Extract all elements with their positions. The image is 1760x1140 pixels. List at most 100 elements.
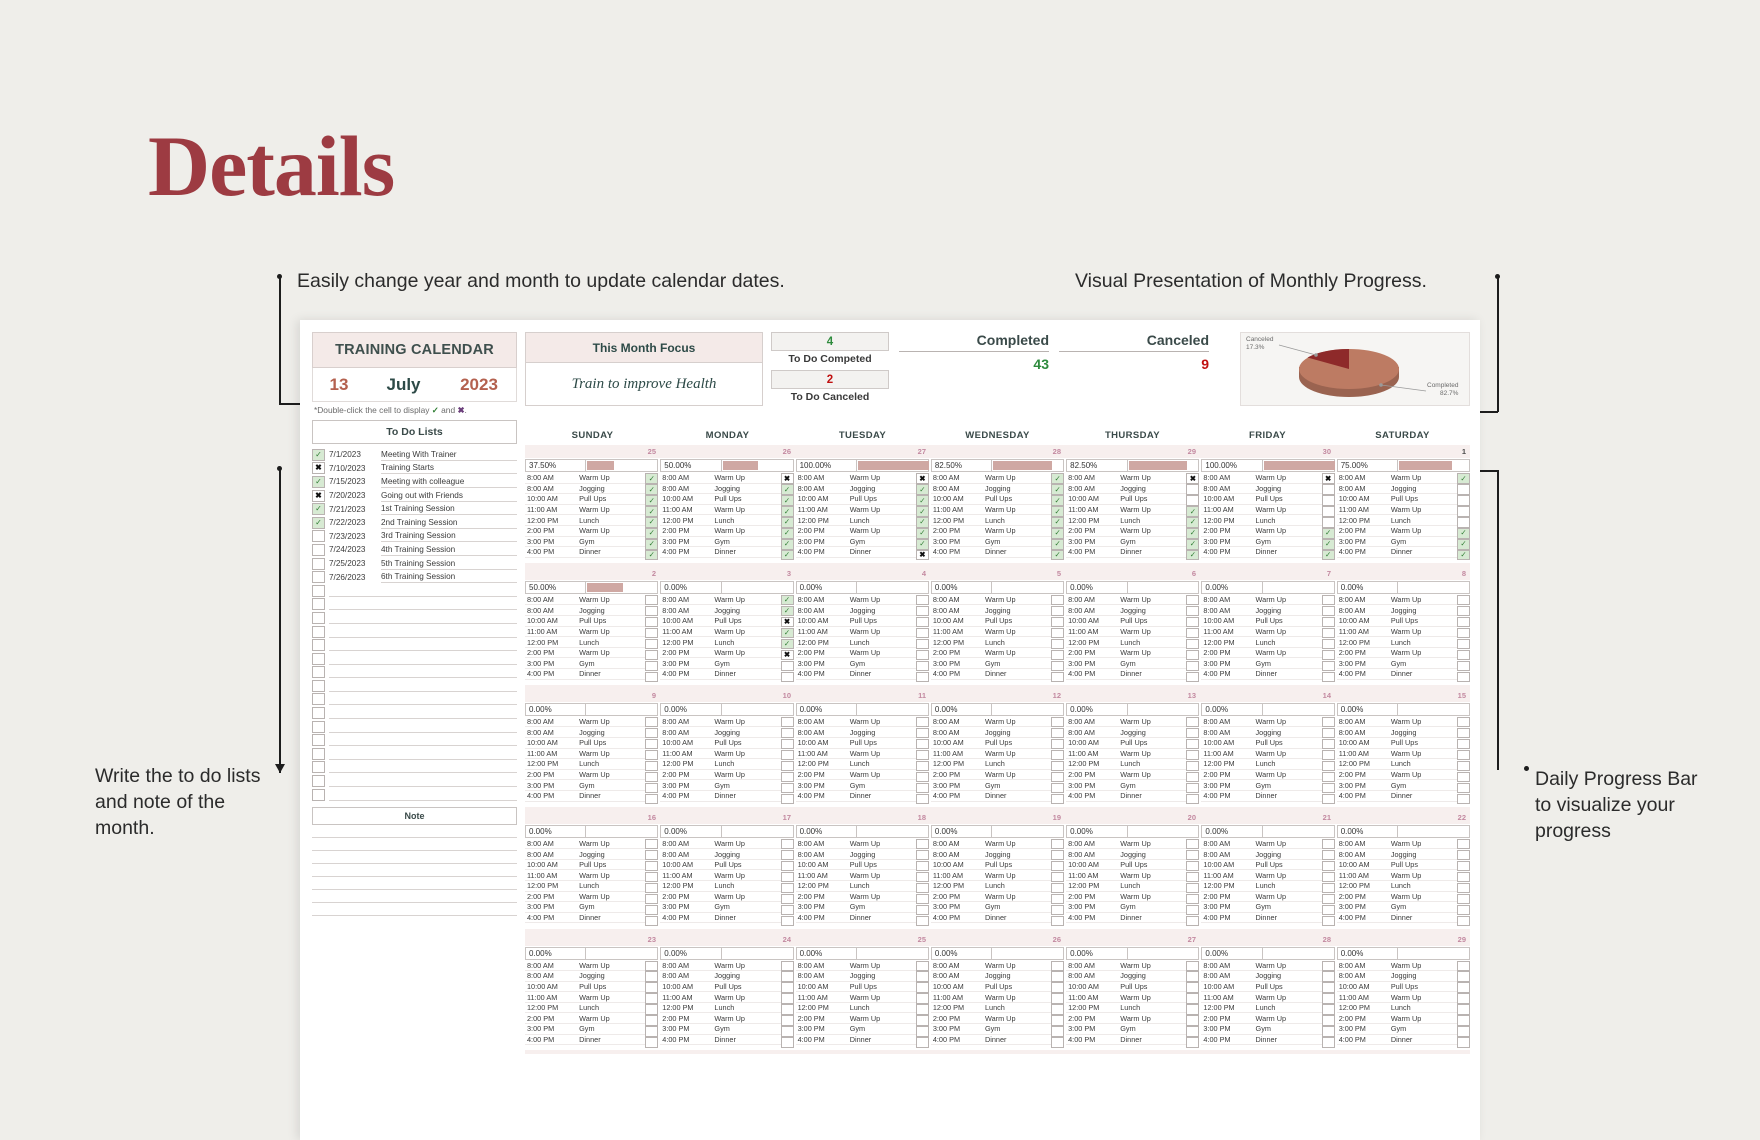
event-row[interactable]: 8:00 AM Warm Up (1336, 595, 1457, 606)
event-status-checkbox[interactable] (780, 871, 794, 883)
event-status-checkbox[interactable]: ✖ (915, 473, 929, 484)
event-row[interactable]: 4:00 PM Dinner (1336, 1035, 1457, 1046)
event-row[interactable]: 2:00 PM Warm Up (1201, 1013, 1322, 1025)
event-status-checkbox[interactable] (645, 594, 659, 606)
event-status-checkbox[interactable] (1186, 982, 1200, 994)
event-status-checkbox[interactable] (1321, 849, 1335, 861)
event-status-checkbox[interactable] (1321, 993, 1335, 1005)
event-row[interactable]: 3:00 PM Gym (795, 902, 916, 913)
event-row[interactable]: 10:00 AM Pull Ups (525, 860, 646, 871)
event-status-checkbox[interactable] (915, 993, 929, 1005)
event-status-checkbox[interactable]: ✖ (915, 549, 929, 561)
event-status-checkbox[interactable] (1456, 882, 1470, 894)
event-status-checkbox[interactable] (1186, 893, 1200, 905)
event-status-checkbox[interactable] (1456, 993, 1470, 1005)
event-status-checkbox[interactable] (1186, 993, 1200, 1005)
event-status-checkbox[interactable]: ✓ (1456, 538, 1470, 550)
event-row[interactable]: 2:00 PM Warm Up (1336, 648, 1457, 659)
event-status-checkbox[interactable] (915, 749, 929, 761)
event-status-checkbox[interactable] (915, 871, 929, 883)
event-status-checkbox[interactable] (1456, 627, 1470, 639)
event-status-checkbox[interactable]: ✓ (780, 527, 794, 539)
event-row[interactable]: 12:00 PM Lunch (930, 637, 1052, 648)
event-row[interactable]: 8:00 AM Warm Up (660, 473, 781, 484)
event-row[interactable]: 4:00 PM Dinner (525, 669, 646, 680)
event-row[interactable]: 4:00 PM Dinner (1201, 547, 1322, 558)
event-row[interactable]: 8:00 AM Jogging (525, 727, 646, 738)
event-row[interactable]: 8:00 AM Warm Up (660, 717, 781, 728)
todo-status-checkbox[interactable]: ✓ (312, 448, 325, 461)
event-status-checkbox[interactable] (1456, 660, 1470, 672)
event-row[interactable]: 11:00 AM Warm Up (1336, 749, 1457, 760)
event-row[interactable]: 12:00 PM Lunch (795, 637, 916, 648)
event-status-checkbox[interactable]: ✓ (915, 483, 929, 495)
event-status-checkbox[interactable] (1321, 749, 1335, 761)
event-row[interactable]: 11:00 AM Warm Up (660, 870, 781, 881)
event-status-checkbox[interactable] (1321, 971, 1335, 983)
event-row[interactable]: 8:00 AM Warm Up (930, 839, 1052, 850)
event-row[interactable]: 11:00 AM Warm Up (525, 749, 646, 760)
event-row[interactable]: 10:00 AM Pull Ups (795, 616, 916, 627)
event-row[interactable]: 11:00 AM Warm Up (1201, 749, 1322, 760)
event-row[interactable]: 10:00 AM Pull Ups (660, 982, 781, 993)
event-row[interactable]: 3:00 PM Gym (930, 902, 1052, 913)
event-status-checkbox[interactable] (1186, 494, 1200, 506)
event-row[interactable]: 3:00 PM Gym (660, 780, 781, 791)
event-row[interactable]: 3:00 PM Gym (525, 537, 646, 548)
event-row[interactable]: 2:00 PM Warm Up (795, 892, 916, 903)
event-status-checkbox[interactable] (915, 960, 929, 972)
event-status-checkbox[interactable] (1321, 1015, 1335, 1027)
event-status-checkbox[interactable] (645, 671, 659, 683)
note-line[interactable] (312, 864, 517, 878)
event-status-checkbox[interactable] (645, 793, 659, 805)
event-status-checkbox[interactable]: ✓ (780, 605, 794, 617)
event-status-checkbox[interactable] (915, 671, 929, 683)
event-status-checkbox[interactable]: ✓ (645, 516, 659, 528)
event-row[interactable]: 4:00 PM Dinner (795, 913, 916, 924)
event-status-checkbox[interactable] (1321, 516, 1335, 528)
event-status-checkbox[interactable] (1456, 838, 1470, 850)
todo-row[interactable]: ✓ 7/1/2023 Meeting With Trainer (312, 448, 517, 462)
event-row[interactable]: 11:00 AM Warm Up (930, 992, 1052, 1003)
event-row[interactable]: 2:00 PM Warm Up (660, 770, 781, 781)
event-status-checkbox[interactable] (1186, 904, 1200, 916)
event-row[interactable]: 2:00 PM Warm Up (1336, 770, 1457, 781)
day-value[interactable]: 13 (319, 375, 359, 395)
event-status-checkbox[interactable] (645, 1004, 659, 1016)
event-status-checkbox[interactable] (1051, 1015, 1065, 1027)
event-status-checkbox[interactable] (645, 760, 659, 772)
event-row[interactable]: 3:00 PM Gym (1336, 537, 1457, 548)
event-row[interactable]: 2:00 PM Warm Up (1066, 892, 1187, 903)
event-row[interactable]: 4:00 PM Dinner (1066, 669, 1187, 680)
event-status-checkbox[interactable] (1186, 749, 1200, 761)
event-row[interactable]: 2:00 PM Warm Up (930, 892, 1052, 903)
note-line[interactable] (312, 890, 517, 904)
event-status-checkbox[interactable]: ✓ (1321, 549, 1335, 561)
event-status-checkbox[interactable] (915, 660, 929, 672)
event-row[interactable]: 11:00 AM Warm Up (660, 992, 781, 1003)
todo-status-checkbox[interactable] (312, 598, 325, 611)
event-row[interactable]: 8:00 AM Warm Up (1066, 717, 1187, 728)
event-row[interactable]: 10:00 AM Pull Ups (795, 494, 916, 505)
event-row[interactable]: 2:00 PM Warm Up (1201, 770, 1322, 781)
todo-row[interactable] (312, 706, 517, 720)
event-row[interactable]: 11:00 AM Warm Up (1066, 749, 1187, 760)
event-status-checkbox[interactable] (780, 1026, 794, 1037)
event-status-checkbox[interactable] (1051, 671, 1065, 683)
event-status-checkbox[interactable] (915, 1015, 929, 1027)
event-row[interactable]: 3:00 PM Gym (660, 658, 781, 670)
event-row[interactable]: 3:00 PM Gym (660, 902, 781, 913)
event-status-checkbox[interactable] (780, 1037, 794, 1048)
event-status-checkbox[interactable]: ✓ (1186, 516, 1200, 528)
event-row[interactable]: 8:00 AM Jogging (1201, 849, 1322, 860)
event-status-checkbox[interactable] (1456, 749, 1470, 761)
event-row[interactable]: 11:00 AM Warm Up (660, 627, 781, 638)
todo-row[interactable]: 7/25/2023 5th Training Session (312, 557, 517, 571)
event-row[interactable]: 2:00 PM Warm Up (930, 1013, 1052, 1025)
event-row[interactable]: 3:00 PM Gym (795, 658, 916, 670)
event-row[interactable]: 12:00 PM Lunch (1201, 637, 1322, 648)
event-row[interactable]: 8:00 AM Warm Up (1201, 473, 1322, 484)
event-status-checkbox[interactable]: ✓ (645, 473, 659, 484)
event-row[interactable]: 2:00 PM Warm Up (1066, 648, 1187, 659)
event-row[interactable]: 10:00 AM Pull Ups (930, 494, 1052, 505)
